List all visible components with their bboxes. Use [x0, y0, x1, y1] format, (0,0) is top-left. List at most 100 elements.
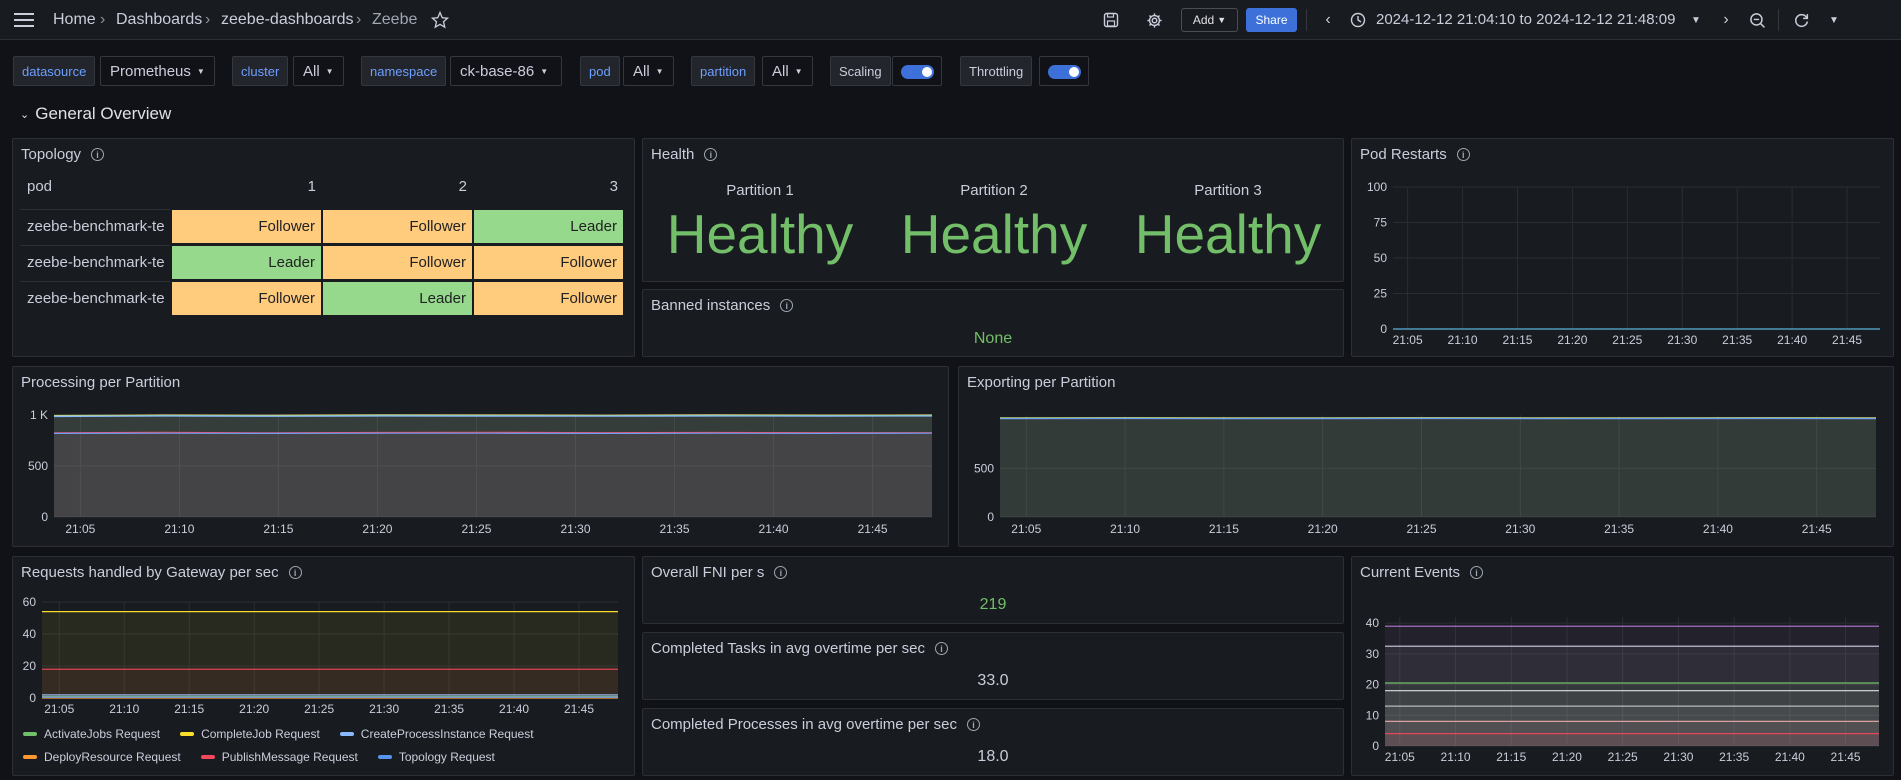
namespace-select[interactable]: ck-base-86 ▼	[450, 56, 562, 86]
legend-item[interactable]: CreateProcessInstance Request	[339, 727, 534, 741]
panel-title: Banned instances i	[651, 297, 794, 314]
x-tick-label: 21:25	[1612, 333, 1642, 347]
topology-pod-name: zeebe-benchmark-te	[20, 245, 170, 279]
processing-chart[interactable]: 0 500 1 K 21:05 21:10 21:15 21:20 21:25 21:30 21:…	[13, 367, 949, 547]
legend-item[interactable]: CompleteJob Request	[180, 727, 320, 741]
info-icon[interactable]: i	[704, 148, 718, 161]
health-panel: Health i Partition 1 Healthy Partition 2 …	[642, 138, 1344, 282]
requests-legend-row-1: ActivateJobs Request CompleteJob Request…	[23, 727, 534, 741]
refresh-icon[interactable]	[1791, 10, 1811, 30]
clock-icon	[1349, 10, 1367, 30]
topology-role-cell: Follower	[171, 209, 322, 244]
topology-header-3[interactable]: 3	[473, 173, 624, 199]
toggle-knob	[922, 67, 932, 77]
x-tick-label: 21:05	[1393, 333, 1423, 347]
star-icon[interactable]	[429, 10, 451, 30]
x-tick-label: 21:40	[1775, 750, 1805, 764]
legend-swatch	[339, 732, 354, 736]
legend-item[interactable]: ActivateJobs Request	[23, 727, 160, 741]
x-tick-label: 21:25	[461, 522, 491, 536]
requests-legend-row-2: DeployResource Request PublishMessage Re…	[23, 750, 495, 764]
series-area	[1000, 418, 1876, 517]
processes-title: Completed Processes in avg overtime per …	[651, 716, 957, 733]
x-tick-label: 21:15	[174, 702, 204, 716]
breadcrumb-separator: ›	[205, 11, 211, 28]
datasource-select[interactable]: Prometheus ▼	[100, 56, 215, 86]
legend-label: PublishMessage Request	[221, 750, 358, 764]
x-tick-label: 21:25	[304, 702, 334, 716]
time-range-picker[interactable]: 2024-12-12 21:04:10 to 2024-12-12 21:48:…	[1376, 11, 1675, 28]
exporting-chart[interactable]: 0 500 21:05 21:10 21:15 21:20 21:25 21:30 21:35 2…	[959, 367, 1894, 547]
health-partition-label: Partition 2	[960, 182, 1028, 199]
breadcrumb-dashboards[interactable]: Dashboards	[116, 11, 202, 29]
x-tick-label: 21:30	[1667, 333, 1697, 347]
variable-label-throttling: Throttling	[960, 56, 1033, 86]
y-tick-label: 0	[41, 510, 48, 524]
legend-swatch	[377, 755, 392, 759]
topology-pod-name: zeebe-benchmark-te	[20, 209, 170, 243]
partition-select[interactable]: All ▼	[762, 56, 813, 86]
row-general-overview[interactable]: ⌄ General Overview	[20, 104, 171, 124]
topology-header-pod[interactable]: pod	[27, 173, 52, 199]
health-partition-label: Partition 3	[1194, 182, 1262, 199]
chevron-left-icon[interactable]: ‹	[1321, 10, 1335, 30]
menu-icon[interactable]	[13, 10, 35, 30]
legend-label: CompleteJob Request	[201, 727, 320, 741]
y-tick-label: 1 K	[30, 408, 48, 422]
share-button-label: Share	[1255, 13, 1288, 27]
variable-label-scaling: Scaling	[830, 56, 891, 86]
info-icon[interactable]: i	[774, 566, 788, 579]
variable-label-cluster: cluster	[232, 56, 289, 86]
topology-role-cell: Follower	[322, 245, 473, 280]
throttling-toggle[interactable]	[1039, 56, 1089, 86]
scaling-toggle[interactable]	[892, 56, 942, 86]
x-tick-label: 21:30	[1663, 750, 1693, 764]
x-tick-label: 21:10	[1441, 750, 1471, 764]
x-tick-label: 21:30	[1505, 522, 1535, 536]
health-partition-value: Healthy	[666, 203, 854, 265]
info-icon[interactable]: i	[91, 148, 105, 161]
breadcrumb-separator: ›	[356, 11, 362, 28]
pod-select[interactable]: All ▼	[623, 56, 674, 86]
info-icon[interactable]: i	[966, 718, 980, 731]
topology-role-cell: Follower	[473, 281, 624, 316]
events-chart[interactable]: 0 10 20 30 40 21:05 21:10 21:15 21:20 21:25 21:30 2…	[1352, 557, 1894, 776]
y-tick-label: 75	[1374, 216, 1388, 230]
x-tick-label: 21:45	[1832, 333, 1862, 347]
series-area	[1385, 733, 1879, 746]
topology-header-2[interactable]: 2	[322, 173, 473, 199]
legend-label: CreateProcessInstance Request	[360, 727, 534, 741]
processes-value: 18.0	[977, 748, 1009, 765]
share-button[interactable]: Share	[1246, 8, 1297, 32]
legend-item[interactable]: DeployResource Request	[23, 750, 181, 764]
y-tick-label: 10	[1366, 708, 1380, 722]
breadcrumb-home[interactable]: Home	[53, 11, 96, 29]
zoom-out-icon[interactable]	[1747, 10, 1767, 30]
chevron-down-icon[interactable]: ▼	[1689, 10, 1703, 30]
info-icon[interactable]: i	[780, 299, 794, 312]
panel-title: Completed Processes in avg overtime per …	[651, 716, 980, 733]
info-icon[interactable]: i	[935, 642, 949, 655]
add-button[interactable]: Add ▼	[1181, 8, 1238, 32]
topology-header-1[interactable]: 1	[171, 173, 322, 199]
x-tick-label: 21:20	[239, 702, 269, 716]
legend-item[interactable]: Topology Request	[377, 750, 495, 764]
chevron-right-icon[interactable]: ›	[1719, 10, 1733, 30]
x-tick-label: 21:30	[369, 702, 399, 716]
save-icon[interactable]	[1101, 10, 1121, 30]
x-tick-label: 21:35	[1604, 522, 1634, 536]
panel-title: Health i	[651, 146, 718, 163]
x-tick-label: 21:40	[1777, 333, 1807, 347]
requests-chart[interactable]: 0 20 40 60 21:05 21:10 21:15 21:20 21:25 21:30 21:…	[13, 557, 635, 732]
variable-label-datasource: datasource	[13, 56, 96, 86]
pod-restarts-chart[interactable]: 0 25 50 75 100 21:05 21:10 21:15 21:20 21:25 21:30…	[1352, 139, 1894, 357]
legend-item[interactable]: PublishMessage Request	[200, 750, 358, 764]
legend-label: ActivateJobs Request	[44, 727, 161, 741]
cluster-select[interactable]: All ▼	[293, 56, 344, 86]
breadcrumb-folder[interactable]: zeebe-dashboards	[221, 11, 354, 29]
variable-label-pod: pod	[580, 56, 620, 86]
settings-gear-icon[interactable]	[1144, 10, 1164, 30]
chevron-down-icon[interactable]: ▼	[1827, 10, 1841, 30]
x-tick-label: 21:35	[660, 522, 690, 536]
processing-panel: Processing per Partition 0 500 1 K 21:05 21:…	[12, 366, 949, 547]
